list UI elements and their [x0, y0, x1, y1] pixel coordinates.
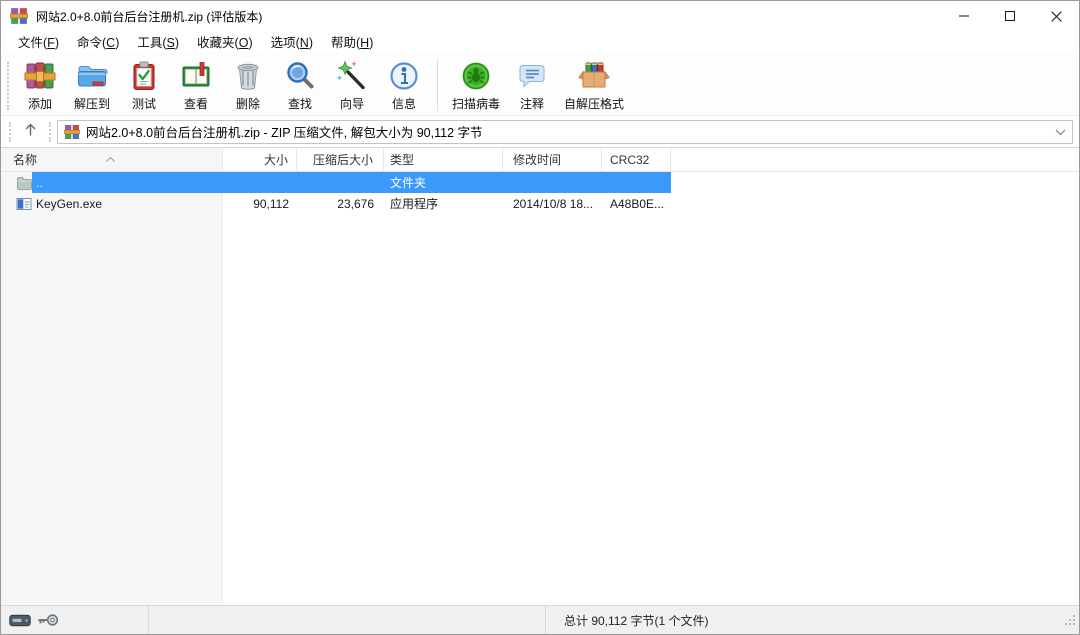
status-total-text: 总计 90,112 字节(1 个文件) — [546, 606, 1079, 634]
winrar-window: 网站2.0+8.0前台后台注册机.zip (评估版本) 文件(F) 命令(C) — [0, 0, 1080, 635]
menu-file[interactable]: 文件(F) — [9, 30, 68, 53]
sort-ascending-icon — [106, 149, 115, 167]
address-bar: 网站2.0+8.0前台后台注册机.zip - ZIP 压缩文件, 解包大小为 9… — [1, 116, 1079, 148]
maximize-icon — [1004, 10, 1016, 22]
wizard-wand-icon — [335, 59, 369, 93]
find-magnifier-icon — [283, 59, 317, 93]
toolbar-gripper[interactable] — [7, 62, 9, 110]
archive-path-combobox[interactable]: 网站2.0+8.0前台后台注册机.zip - ZIP 压缩文件, 解包大小为 9… — [57, 120, 1073, 144]
add-button[interactable]: 添加 — [14, 56, 66, 113]
view-button[interactable]: 查看 — [170, 56, 222, 113]
file-crc32: A48B0E... — [602, 197, 671, 211]
status-bar: 总计 90,112 字节(1 个文件) — [1, 605, 1079, 634]
file-packed: 23,676 — [297, 197, 384, 211]
up-arrow-icon — [24, 123, 37, 141]
titlebar: 网站2.0+8.0前台后台注册机.zip (评估版本) — [1, 1, 1079, 31]
minimize-button[interactable] — [941, 1, 987, 31]
toolbar: 添加 解压到 测试 查看 删除 — [1, 52, 1079, 116]
menu-commands[interactable]: 命令(C) — [68, 30, 128, 53]
menubar: 文件(F) 命令(C) 工具(S) 收藏夹(O) 选项(N) 帮助(H) — [1, 31, 1079, 52]
info-circle-icon — [387, 59, 421, 93]
file-name: KeyGen.exe — [36, 197, 102, 211]
list-header: 名称 大小 压缩后大小 类型 修改时间 CRC32 — [1, 148, 1079, 172]
addressbar-gripper-2[interactable] — [49, 122, 51, 142]
close-button[interactable] — [1033, 1, 1079, 31]
up-one-level-button[interactable] — [15, 120, 45, 144]
column-crc32[interactable]: CRC32 — [602, 148, 671, 172]
status-middle-section — [149, 606, 546, 634]
column-modified[interactable]: 修改时间 — [503, 148, 602, 172]
window-title: 网站2.0+8.0前台后台注册机.zip (评估版本) — [36, 8, 941, 25]
window-controls — [941, 1, 1079, 31]
menu-favorites[interactable]: 收藏夹(O) — [188, 30, 262, 53]
test-button[interactable]: 测试 — [118, 56, 170, 113]
file-modified: 2014/10/8 18... — [503, 197, 602, 211]
application-icon — [16, 196, 32, 212]
file-name: .. — [36, 176, 43, 190]
sfx-button[interactable]: 自解压格式 — [558, 56, 630, 113]
menu-options[interactable]: 选项(N) — [262, 30, 322, 53]
resize-grip[interactable] — [1063, 613, 1076, 631]
file-rows: .. 文件夹 KeyGen.exe 90,112 23,676 应 — [1, 172, 1079, 214]
delete-button[interactable]: 删除 — [222, 56, 274, 113]
updir-folder-icon — [16, 175, 32, 191]
sfx-box-icon — [577, 59, 611, 93]
delete-trash-icon — [231, 59, 265, 93]
file-list-pane: 名称 大小 压缩后大小 类型 修改时间 CRC32 — [1, 148, 1079, 605]
find-button[interactable]: 查找 — [274, 56, 326, 113]
key-icon[interactable] — [37, 613, 59, 627]
winrar-logo-icon — [10, 7, 28, 25]
wizard-button[interactable]: 向导 — [326, 56, 378, 113]
archive-path-text: 网站2.0+8.0前台后台注册机.zip - ZIP 压缩文件, 解包大小为 9… — [86, 122, 1055, 141]
menu-tools[interactable]: 工具(S) — [128, 30, 188, 53]
extract-folder-icon — [75, 59, 109, 93]
chevron-down-icon[interactable] — [1055, 123, 1066, 141]
close-icon — [1050, 10, 1063, 23]
file-row[interactable]: KeyGen.exe 90,112 23,676 应用程序 2014/10/8 … — [1, 193, 1079, 214]
status-left-section — [1, 606, 149, 634]
drive-icon[interactable] — [9, 614, 31, 627]
test-clipboard-icon — [127, 59, 161, 93]
scan-virus-icon — [459, 59, 493, 93]
file-type: 文件夹 — [384, 174, 503, 191]
winrar-archive-icon — [64, 124, 80, 140]
file-type: 应用程序 — [384, 195, 503, 212]
comment-bubble-icon — [515, 59, 549, 93]
column-size[interactable]: 大小 — [223, 148, 297, 172]
menu-help[interactable]: 帮助(H) — [322, 30, 382, 53]
view-book-icon — [179, 59, 213, 93]
column-packed[interactable]: 压缩后大小 — [297, 148, 384, 172]
toolbar-buttons: 添加 解压到 测试 查看 删除 — [14, 56, 630, 113]
file-row[interactable]: .. 文件夹 — [1, 172, 1079, 193]
extract-to-button[interactable]: 解压到 — [66, 56, 118, 113]
maximize-button[interactable] — [987, 1, 1033, 31]
info-button[interactable]: 信息 — [378, 56, 430, 113]
comment-button[interactable]: 注释 — [506, 56, 558, 113]
sorted-column-shade — [1, 148, 223, 605]
scan-virus-button[interactable]: 扫描病毒 — [446, 56, 506, 113]
column-type[interactable]: 类型 — [384, 148, 503, 172]
addressbar-gripper[interactable] — [9, 122, 11, 142]
minimize-icon — [958, 10, 970, 22]
file-size: 90,112 — [223, 197, 297, 211]
add-archive-icon — [23, 59, 57, 93]
